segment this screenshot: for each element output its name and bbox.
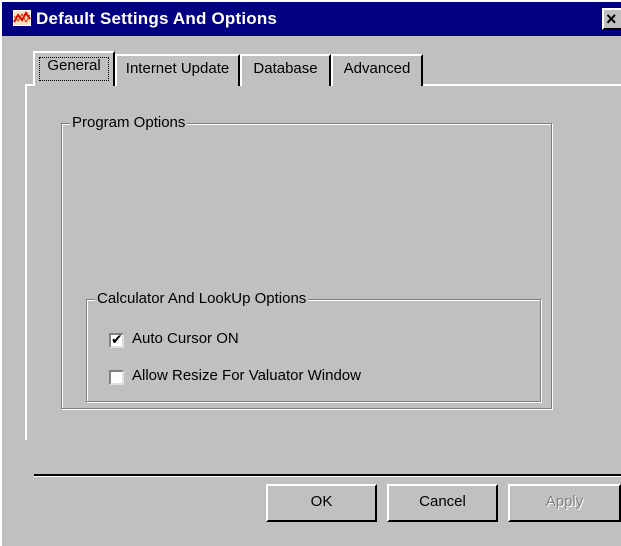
tab-label: Advanced bbox=[343, 60, 411, 77]
ok-label: OK bbox=[310, 493, 333, 510]
chart-app-icon bbox=[13, 10, 31, 26]
tab-label: Internet Update bbox=[125, 60, 230, 77]
program-options-legend: Program Options bbox=[70, 114, 188, 131]
tab-general[interactable]: General bbox=[33, 51, 115, 86]
focus-rectangle bbox=[39, 57, 109, 81]
cancel-label: Cancel bbox=[419, 493, 466, 510]
ok-button[interactable]: OK bbox=[266, 484, 377, 522]
auto-cursor-checkbox[interactable]: ✔ bbox=[109, 331, 124, 348]
cancel-button[interactable]: Cancel bbox=[387, 484, 498, 522]
tab-label: Database bbox=[253, 60, 318, 77]
apply-button[interactable]: Apply bbox=[508, 484, 621, 522]
title-bar[interactable]: Default Settings And Options × bbox=[2, 2, 621, 36]
calculator-options-legend: Calculator And LookUp Options bbox=[95, 290, 309, 307]
apply-label: Apply bbox=[545, 493, 584, 510]
calculator-options-group bbox=[86, 299, 541, 402]
window-title: Default Settings And Options bbox=[36, 9, 278, 28]
window-frame-left bbox=[0, 0, 2, 546]
allow-resize-label[interactable]: Allow Resize For Valuator Window bbox=[132, 367, 361, 384]
allow-resize-checkbox[interactable] bbox=[109, 370, 124, 385]
checkmark-icon: ✔ bbox=[111, 331, 123, 347]
separator-highlight bbox=[34, 476, 621, 477]
close-button[interactable]: × bbox=[602, 8, 621, 30]
auto-cursor-label[interactable]: Auto Cursor ON bbox=[132, 330, 239, 347]
close-icon: × bbox=[606, 9, 617, 29]
tab-advanced[interactable]: Advanced bbox=[331, 54, 423, 86]
tab-database[interactable]: Database bbox=[240, 54, 331, 86]
tab-internet-update[interactable]: Internet Update bbox=[115, 54, 240, 86]
